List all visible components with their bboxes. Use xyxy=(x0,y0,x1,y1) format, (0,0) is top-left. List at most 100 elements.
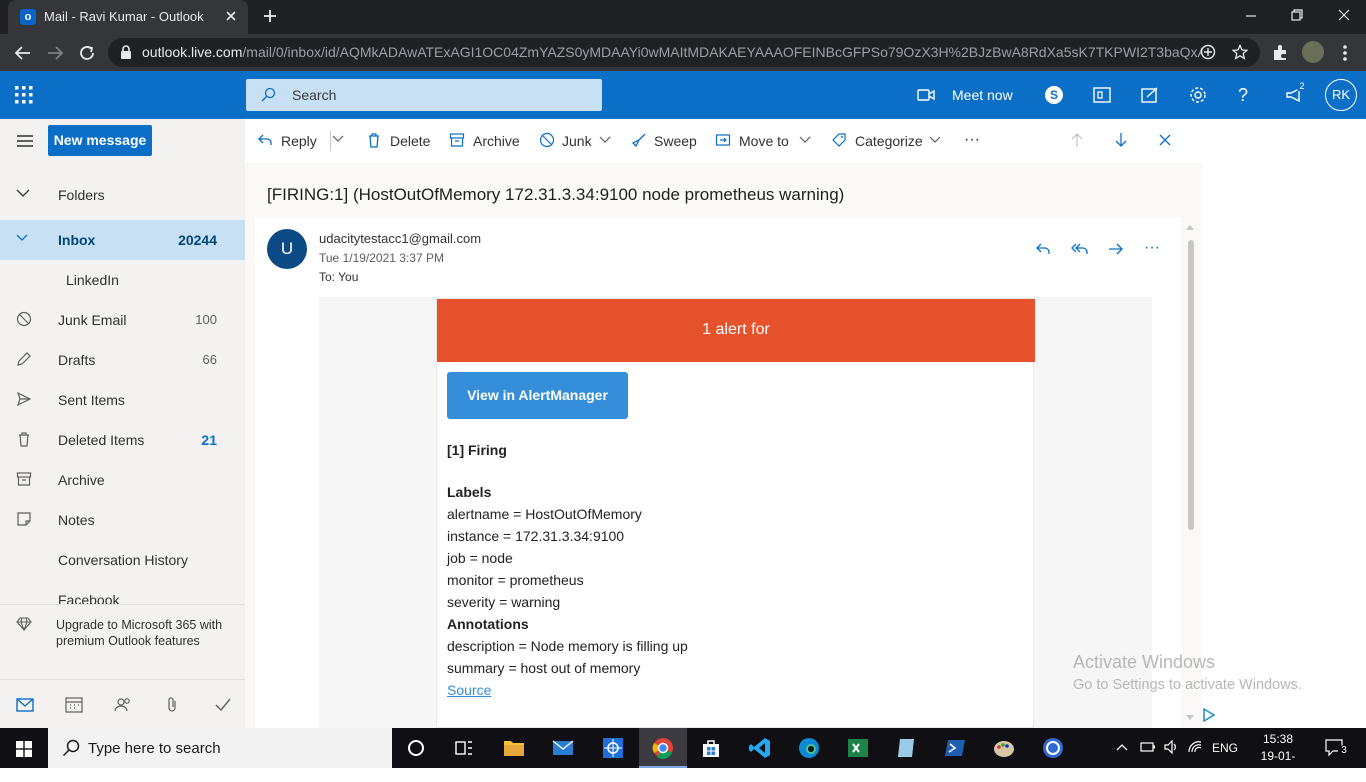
attachment-icon[interactable] xyxy=(165,696,179,713)
snipping-tool-icon[interactable] xyxy=(601,736,625,760)
browser-menu-icon[interactable] xyxy=(1342,44,1348,62)
folder-sent-items[interactable]: Sent Items xyxy=(0,380,245,420)
lock-icon[interactable] xyxy=(120,45,132,59)
new-message-button[interactable]: New message xyxy=(48,125,152,156)
hamburger-menu-icon[interactable] xyxy=(16,134,34,148)
mail-icon[interactable] xyxy=(16,698,34,712)
my-day-icon[interactable] xyxy=(1141,86,1159,104)
sender-avatar[interactable]: U xyxy=(267,229,307,269)
delete-button[interactable]: Delete xyxy=(390,133,430,149)
show-hidden-icons-chevron-icon[interactable] xyxy=(1116,742,1128,752)
move-to-button[interactable]: Move to xyxy=(739,133,789,149)
previous-message-arrow-up-icon[interactable] xyxy=(1069,132,1085,148)
mail-app-icon[interactable] xyxy=(551,736,575,760)
minimize-icon[interactable] xyxy=(1244,8,1258,22)
folder-junk-email[interactable]: Junk Email 100 xyxy=(0,300,245,340)
browser-tab[interactable]: o Mail - Ravi Kumar - Outlook xyxy=(8,0,248,34)
folder-inbox[interactable]: Inbox 20244 xyxy=(0,220,245,260)
app-circle-icon[interactable] xyxy=(1041,736,1065,760)
scroll-up-arrow-icon[interactable] xyxy=(1186,224,1194,230)
skype-icon[interactable]: S xyxy=(1045,86,1063,104)
system-clock[interactable]: 15:38 19-01-2021 xyxy=(1248,731,1308,782)
close-tab-icon[interactable] xyxy=(224,9,238,23)
paint-icon[interactable] xyxy=(992,736,1016,760)
sender-email[interactable]: udacitytestacc1@gmail.com xyxy=(319,231,481,246)
source-link[interactable]: Source xyxy=(447,682,491,698)
junk-block-icon[interactable] xyxy=(539,132,555,148)
folder-archive[interactable]: Archive xyxy=(0,460,245,500)
cortana-icon[interactable] xyxy=(404,736,428,760)
to-do-check-icon[interactable] xyxy=(214,696,232,713)
categorize-button[interactable]: Categorize xyxy=(855,133,923,149)
user-avatar[interactable]: RK xyxy=(1325,79,1357,111)
back-icon[interactable] xyxy=(14,44,32,62)
video-camera-icon[interactable] xyxy=(917,88,935,102)
address-bar[interactable]: outlook.live.com/mail/0/inbox/id/AQMkADA… xyxy=(108,38,1260,67)
vscode-icon[interactable] xyxy=(748,736,772,760)
language-indicator[interactable]: ENG xyxy=(1212,741,1238,755)
archive-icon[interactable] xyxy=(449,132,465,148)
taskbar-search-box[interactable]: Type here to search xyxy=(48,728,392,768)
search-input[interactable]: Search xyxy=(246,79,602,111)
scroll-down-arrow-icon[interactable] xyxy=(1186,715,1194,721)
bookmark-star-icon[interactable] xyxy=(1232,44,1248,60)
view-in-alertmanager-button[interactable]: View in AlertManager xyxy=(447,372,628,419)
reload-icon[interactable] xyxy=(78,44,96,62)
meet-now-button[interactable]: Meet now xyxy=(952,87,1013,103)
new-tab-icon[interactable] xyxy=(262,8,278,24)
wifi-icon[interactable] xyxy=(1187,740,1203,754)
message-more-icon[interactable]: ··· xyxy=(1144,239,1160,257)
move-to-chevron-icon[interactable] xyxy=(799,135,811,144)
folder-facebook[interactable]: Facebook xyxy=(0,580,245,604)
more-actions-button[interactable]: ··· xyxy=(964,131,980,149)
excel-icon[interactable] xyxy=(846,736,870,760)
chrome-icon[interactable] xyxy=(651,736,675,760)
move-to-folder-icon[interactable] xyxy=(715,132,731,148)
categorize-chevron-icon[interactable] xyxy=(929,135,941,144)
forward-icon[interactable] xyxy=(46,44,64,62)
install-app-icon[interactable] xyxy=(1200,44,1216,60)
notepad-app-icon[interactable] xyxy=(894,736,918,760)
next-message-arrow-down-icon[interactable] xyxy=(1113,132,1129,148)
calendar-icon[interactable] xyxy=(65,696,83,713)
folder-deleted-items[interactable]: Deleted Items 21 xyxy=(0,420,245,460)
junk-dropdown-chevron-icon[interactable] xyxy=(599,135,611,144)
folder-notes[interactable]: Notes xyxy=(0,500,245,540)
reply-dropdown-chevron-icon[interactable] xyxy=(331,134,345,144)
store-icon[interactable] xyxy=(699,736,723,760)
task-view-icon[interactable] xyxy=(452,736,476,760)
extensions-icon[interactable] xyxy=(1271,44,1289,62)
reply-all-icon[interactable] xyxy=(1071,241,1089,257)
folder-conversation-history[interactable]: Conversation History xyxy=(0,540,245,580)
reply-arrow-icon[interactable] xyxy=(1035,241,1051,257)
archive-button[interactable]: Archive xyxy=(473,133,520,149)
settings-gear-icon[interactable] xyxy=(1189,86,1207,104)
upgrade-banner[interactable]: Upgrade to Microsoft 365 with premium Ou… xyxy=(0,604,245,674)
close-window-icon[interactable] xyxy=(1337,8,1351,22)
battery-icon[interactable] xyxy=(1140,741,1156,753)
powershell-icon[interactable] xyxy=(943,736,967,760)
close-reading-pane-icon[interactable] xyxy=(1157,132,1173,148)
help-icon[interactable]: ? xyxy=(1238,85,1248,106)
ad-choices-play-icon[interactable] xyxy=(1202,708,1216,722)
delete-trash-icon[interactable] xyxy=(366,132,382,148)
categorize-tag-icon[interactable] xyxy=(831,132,847,148)
office-apps-icon[interactable] xyxy=(1093,86,1111,104)
profile-avatar-icon[interactable] xyxy=(1302,41,1324,63)
sweep-broom-icon[interactable] xyxy=(631,132,647,148)
junk-button[interactable]: Junk xyxy=(562,133,592,149)
file-explorer-icon[interactable] xyxy=(502,736,526,760)
sweep-button[interactable]: Sweep xyxy=(654,133,697,149)
scrollbar-thumb[interactable] xyxy=(1188,240,1194,530)
folders-header[interactable]: Folders xyxy=(0,175,245,215)
windows-start-icon[interactable] xyxy=(16,741,32,757)
folder-linkedin[interactable]: LinkedIn xyxy=(0,260,245,300)
reply-button[interactable]: Reply xyxy=(281,133,317,149)
edge-icon[interactable] xyxy=(797,736,821,760)
volume-icon[interactable] xyxy=(1164,740,1180,754)
app-launcher-icon[interactable] xyxy=(15,86,33,104)
forward-arrow-icon[interactable] xyxy=(1108,241,1124,257)
people-icon[interactable] xyxy=(114,696,132,713)
restore-icon[interactable] xyxy=(1290,8,1304,22)
folder-drafts[interactable]: Drafts 66 xyxy=(0,340,245,380)
